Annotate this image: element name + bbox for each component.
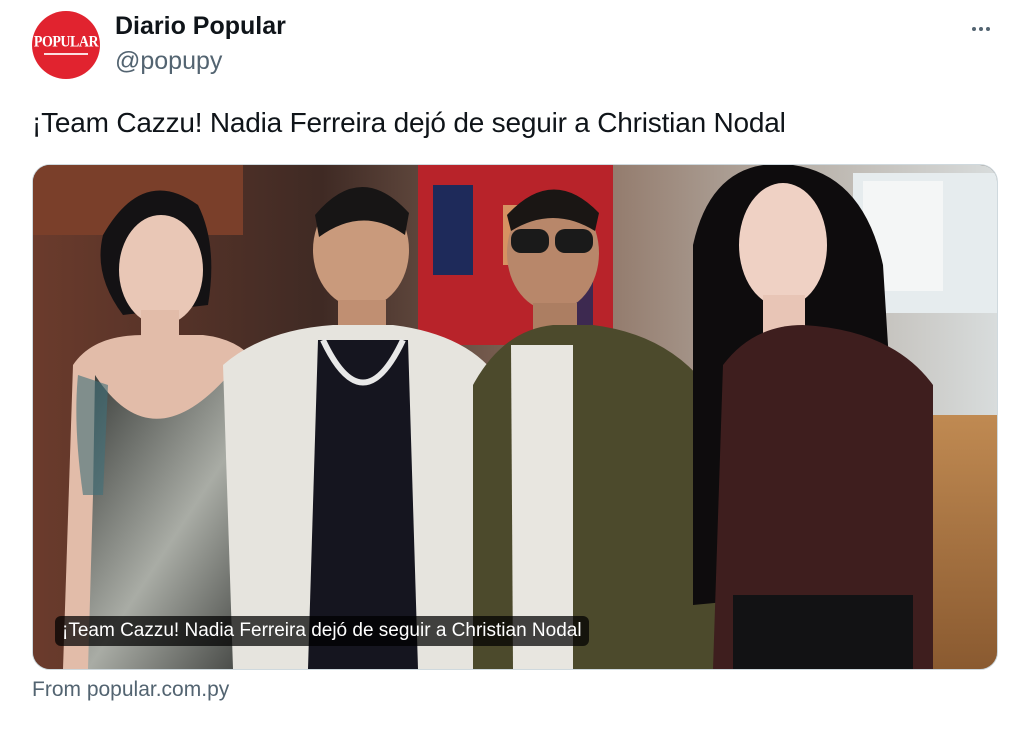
photo-illustration — [33, 165, 997, 669]
tweet-text: ¡Team Cazzu! Nadia Ferreira dejó de segu… — [32, 107, 786, 138]
more-dot — [986, 27, 990, 31]
account-name[interactable]: Diario Popular — [115, 12, 286, 41]
more-dot — [979, 27, 983, 31]
account-handle[interactable]: @popupy — [115, 47, 222, 76]
avatar-logo-text: POPULAR — [33, 33, 99, 51]
link-card-image[interactable]: ¡Team Cazzu! Nadia Ferreira dejó de segu… — [32, 164, 998, 670]
avatar[interactable]: POPULAR — [32, 11, 100, 79]
more-horizontal-icon[interactable] — [966, 14, 996, 44]
tweet: POPULAR Diario Popular @popupy ¡Team Caz… — [0, 0, 1024, 738]
more-dot — [972, 27, 976, 31]
link-source[interactable]: From popular.com.py — [32, 678, 229, 702]
avatar-logo-underline — [44, 52, 88, 55]
image-caption: ¡Team Cazzu! Nadia Ferreira dejó de segu… — [55, 616, 589, 646]
